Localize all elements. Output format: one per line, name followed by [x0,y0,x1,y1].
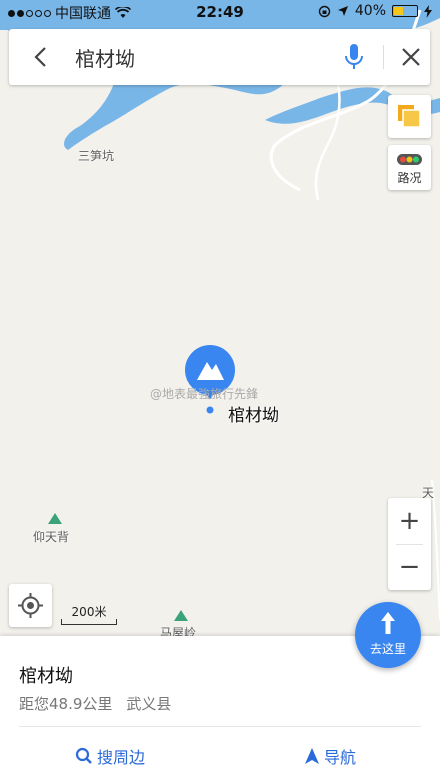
crosshair-icon [18,593,43,618]
microphone-icon[interactable] [343,43,365,71]
layers-icon [398,105,421,128]
go-here-button[interactable]: 去这里 [355,602,421,668]
traffic-label: 路况 [397,171,422,185]
watermark: @地表最強旅行先鋒 [150,387,259,401]
map-label-yangtianbei: 仰天背 [33,530,70,544]
road [431,479,440,621]
zoom-in-button[interactable]: + [388,498,431,544]
mountain-icon [48,513,62,524]
traffic-button[interactable]: 路况 [388,145,431,190]
layers-button[interactable] [388,95,431,138]
poi-title: 棺材坳 [19,666,73,687]
navigate-label: 导航 [324,748,357,767]
search-bar[interactable]: 棺材坳 [9,29,430,85]
map-label-mawuling: 马屋岭 [160,626,197,636]
location-arrow-icon [337,6,348,16]
status-bar: 中国联通 22:49 40% [0,0,440,24]
scale-line [61,619,117,625]
poi-county: 武义县 [126,695,172,713]
zoom-out-button[interactable]: − [388,544,431,590]
traffic-light-icon [397,154,422,165]
map-view[interactable]: 三笋坑 仰天背 马屋岭 天 @地表最強旅行先鋒 棺材坳 [0,0,440,636]
map-label-sanyukeng: 三笋坑 [78,149,115,163]
panel-divider [19,726,421,727]
mountain-icon [174,610,188,621]
zoom-control: + − [388,498,431,590]
search-nearby-button[interactable]: 搜周边 [75,744,145,768]
rotation-lock-icon [318,5,331,17]
search-nearby-label: 搜周边 [97,748,146,767]
poi-distance: 距您48.9公里 [19,695,113,713]
locate-button[interactable] [9,584,52,627]
navigate-button[interactable]: 导航 [304,744,356,768]
close-icon[interactable] [399,45,423,69]
search-divider [383,45,384,69]
route-arrow-icon [381,612,395,634]
search-query[interactable]: 棺材坳 [75,43,135,72]
scale-bar: 200米 [61,601,117,625]
scale-label: 200米 [71,605,107,619]
charging-icon [424,4,432,18]
navigation-arrow-icon [305,748,319,764]
battery-icon [392,5,418,17]
battery-percent: 40% [354,3,386,19]
search-icon [75,747,92,764]
go-here-label: 去这里 [369,642,406,656]
pin-label[interactable]: 棺材坳 [228,401,279,426]
poi-info: 距您48.9公里 武义县 [19,693,171,714]
back-icon[interactable] [29,45,53,69]
